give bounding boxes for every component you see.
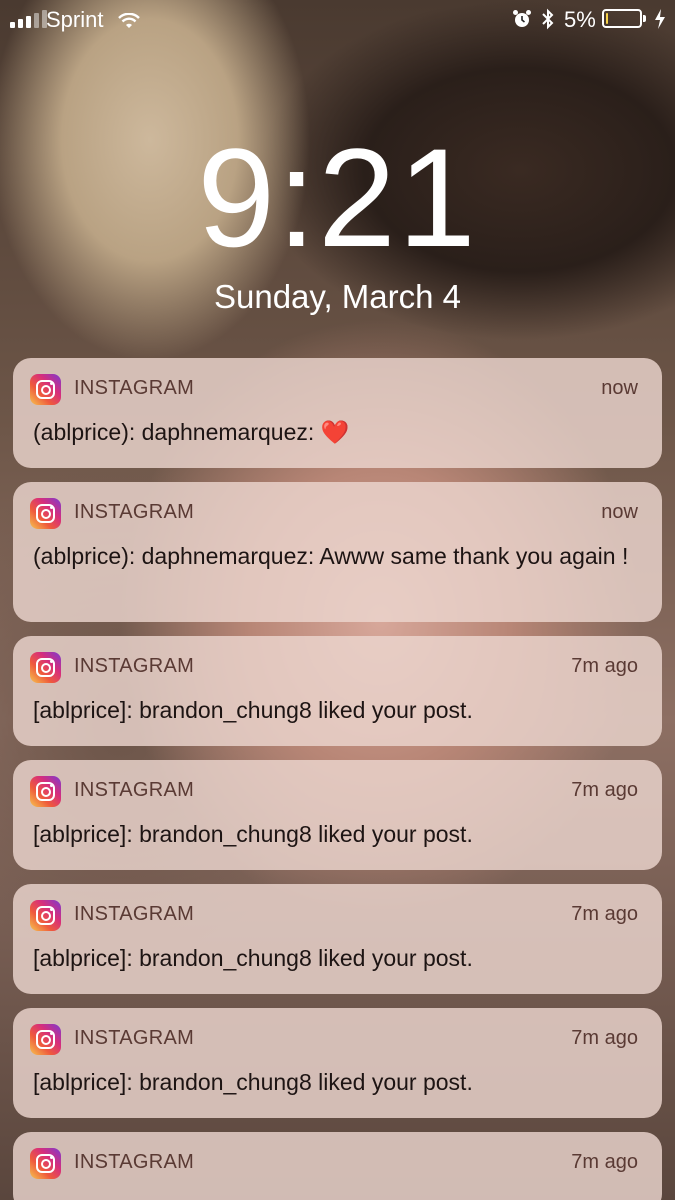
notification-header: INSTAGRAM now	[30, 498, 638, 529]
notification-card[interactable]: INSTAGRAM 7m ago [ablprice]: brandon_chu…	[13, 884, 662, 994]
notification-app-name: INSTAGRAM	[74, 655, 195, 677]
notification-header: INSTAGRAM 7m ago	[30, 776, 638, 807]
charging-icon	[654, 9, 666, 35]
notification-card[interactable]: INSTAGRAM now (ablprice): daphnemarquez:…	[13, 358, 662, 468]
notification-time: 7m ago	[571, 779, 638, 801]
notification-time: now	[601, 377, 638, 399]
instagram-icon	[30, 1024, 61, 1055]
notification-time: 7m ago	[571, 655, 638, 677]
notification-message: (ablprice): daphnemarquez: Awww same tha…	[33, 543, 629, 569]
notification-app-name: INSTAGRAM	[74, 1027, 195, 1049]
notification-header: INSTAGRAM 7m ago	[30, 900, 638, 931]
notification-time: 7m ago	[571, 1151, 638, 1173]
notification-card[interactable]: INSTAGRAM 7m ago [ablprice]: brandon_chu…	[13, 760, 662, 870]
heart-emoji: ❤️	[320, 420, 350, 446]
notification-time: now	[601, 501, 638, 523]
carrier-name: Sprint	[46, 7, 104, 32]
notification-header: INSTAGRAM 7m ago	[30, 1148, 638, 1179]
notification-card[interactable]: INSTAGRAM 7m ago [ablprice]: brandon_chu…	[13, 636, 662, 746]
instagram-icon	[30, 652, 61, 683]
notification-header: INSTAGRAM 7m ago	[30, 652, 638, 683]
wifi-icon	[118, 10, 140, 36]
bluetooth-icon	[541, 8, 555, 36]
instagram-icon	[30, 776, 61, 807]
notification-time: 7m ago	[571, 1027, 638, 1049]
notification-app-name: INSTAGRAM	[74, 501, 195, 523]
notification-message: [ablprice]: brandon_chung8 liked your po…	[33, 945, 473, 971]
battery-icon	[602, 9, 642, 28]
battery-percentage: 5%	[564, 7, 596, 32]
notification-app-name: INSTAGRAM	[74, 903, 195, 925]
lock-clock: 9:21	[197, 119, 478, 276]
notification-card[interactable]: INSTAGRAM 7m ago [ablprice]: brandon_chu…	[13, 1008, 662, 1118]
notification-header: INSTAGRAM 7m ago	[30, 1024, 638, 1055]
notification-message: [ablprice]: brandon_chung8 liked your po…	[33, 1069, 473, 1095]
battery-tip	[643, 15, 646, 22]
notification-app-name: INSTAGRAM	[74, 1151, 195, 1173]
instagram-icon	[30, 900, 61, 931]
instagram-icon	[30, 1148, 61, 1179]
notification-text: (ablprice): daphnemarquez:	[33, 419, 315, 445]
signal-icon	[10, 10, 47, 28]
notification-message: [ablprice]: brandon_chung8 liked your po…	[33, 697, 473, 723]
notification-time: 7m ago	[571, 903, 638, 925]
notification-card[interactable]: INSTAGRAM now (ablprice): daphnemarquez:…	[13, 482, 662, 622]
notification-card[interactable]: INSTAGRAM 7m ago	[13, 1132, 662, 1200]
instagram-icon	[30, 374, 61, 405]
notification-message: (ablprice): daphnemarquez: ❤️	[33, 418, 633, 448]
lock-date: Sunday, March 4	[213, 278, 462, 315]
instagram-icon	[30, 498, 61, 529]
status-bar: Sprint 5%	[0, 0, 675, 40]
battery-level	[606, 13, 608, 24]
alarm-icon	[512, 9, 532, 35]
notification-message: [ablprice]: brandon_chung8 liked your po…	[33, 821, 473, 847]
notification-app-name: INSTAGRAM	[74, 377, 195, 399]
lock-screen: Sprint 5% 9:21 Sunday, March 4 INSTAGRAM…	[0, 0, 675, 1200]
notification-app-name: INSTAGRAM	[74, 779, 195, 801]
notification-header: INSTAGRAM now	[30, 374, 638, 405]
